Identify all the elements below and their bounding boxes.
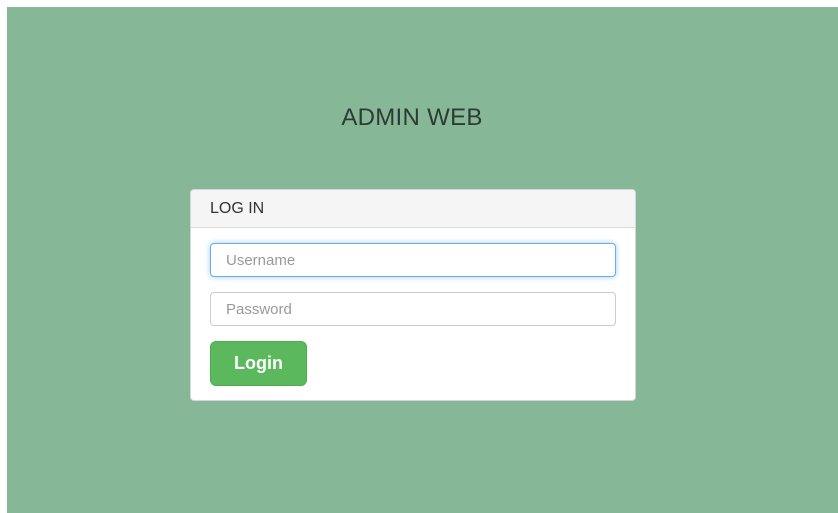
username-input[interactable] [210,243,616,277]
login-button[interactable]: Login [210,341,307,386]
login-panel-heading: LOG IN [191,190,635,228]
field-spacer [210,277,616,292]
login-panel-title: LOG IN [210,199,265,217]
page-title: ADMIN WEB [341,104,483,131]
password-input[interactable] [210,292,616,326]
login-form: Login [191,228,635,386]
login-panel: LOG IN Login [190,189,636,401]
